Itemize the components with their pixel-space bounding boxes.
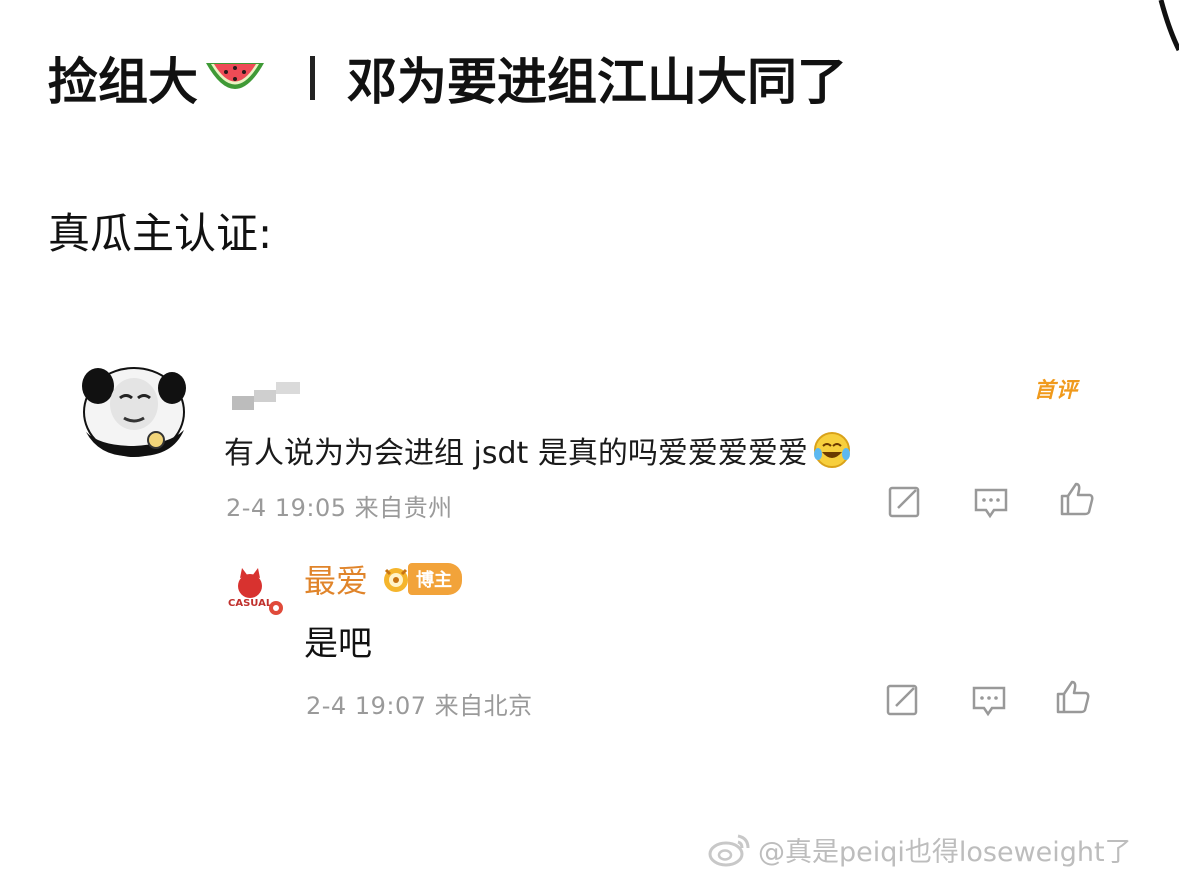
watermark-text: @真是peiqi也得loseweight了 <box>758 837 1132 868</box>
comment-body: 有人说为为会进组 jsdt 是真的吗爱爱爱爱爱 <box>224 436 808 471</box>
share-icon[interactable] <box>884 680 922 718</box>
username-blurred[interactable] <box>232 382 304 412</box>
reply-author: 最爱 博主 <box>304 556 463 602</box>
title-left: 捡组大 <box>48 53 198 111</box>
comment-text: 有人说为为会进组 jsdt 是真的吗爱爱爱爱爱 <box>224 428 852 472</box>
author-badge-label: 博主 <box>408 563 463 595</box>
subheading: 真瓜主认证: <box>48 209 273 258</box>
like-icon[interactable] <box>1054 678 1092 716</box>
like-icon[interactable] <box>1058 480 1096 518</box>
reply-meta: 2-4 19:07 来自北京 <box>306 692 533 720</box>
avatar-brand-text: CASUAL <box>228 598 273 609</box>
laugh-cry-emoji-icon <box>813 432 850 468</box>
weibo-watermark: @真是peiqi也得loseweight了 <box>708 830 1132 869</box>
reply-icon[interactable] <box>970 682 1008 720</box>
post-title: 捡组大 邓为要进组江山大同了 <box>48 40 847 116</box>
reply-body: 是吧 <box>304 624 372 664</box>
watermelon-icon <box>206 63 264 89</box>
reply-avatar[interactable]: CASUAL <box>226 560 292 618</box>
reply-username[interactable]: 最爱 <box>304 556 368 602</box>
title-right: 邓为要进组江山大同了 <box>347 53 847 111</box>
comment-meta: 2-4 19:05 来自贵州 <box>226 494 453 522</box>
panda-meme-avatar[interactable] <box>80 362 188 458</box>
author-badge: 博主 <box>380 562 463 596</box>
reply-icon[interactable] <box>972 484 1010 522</box>
first-comment-badge: 首评 <box>1034 378 1078 402</box>
title-separator <box>310 56 315 100</box>
share-icon[interactable] <box>886 482 924 520</box>
weibo-logo-icon <box>708 834 750 866</box>
edge-arc-decoration <box>1158 0 1179 52</box>
